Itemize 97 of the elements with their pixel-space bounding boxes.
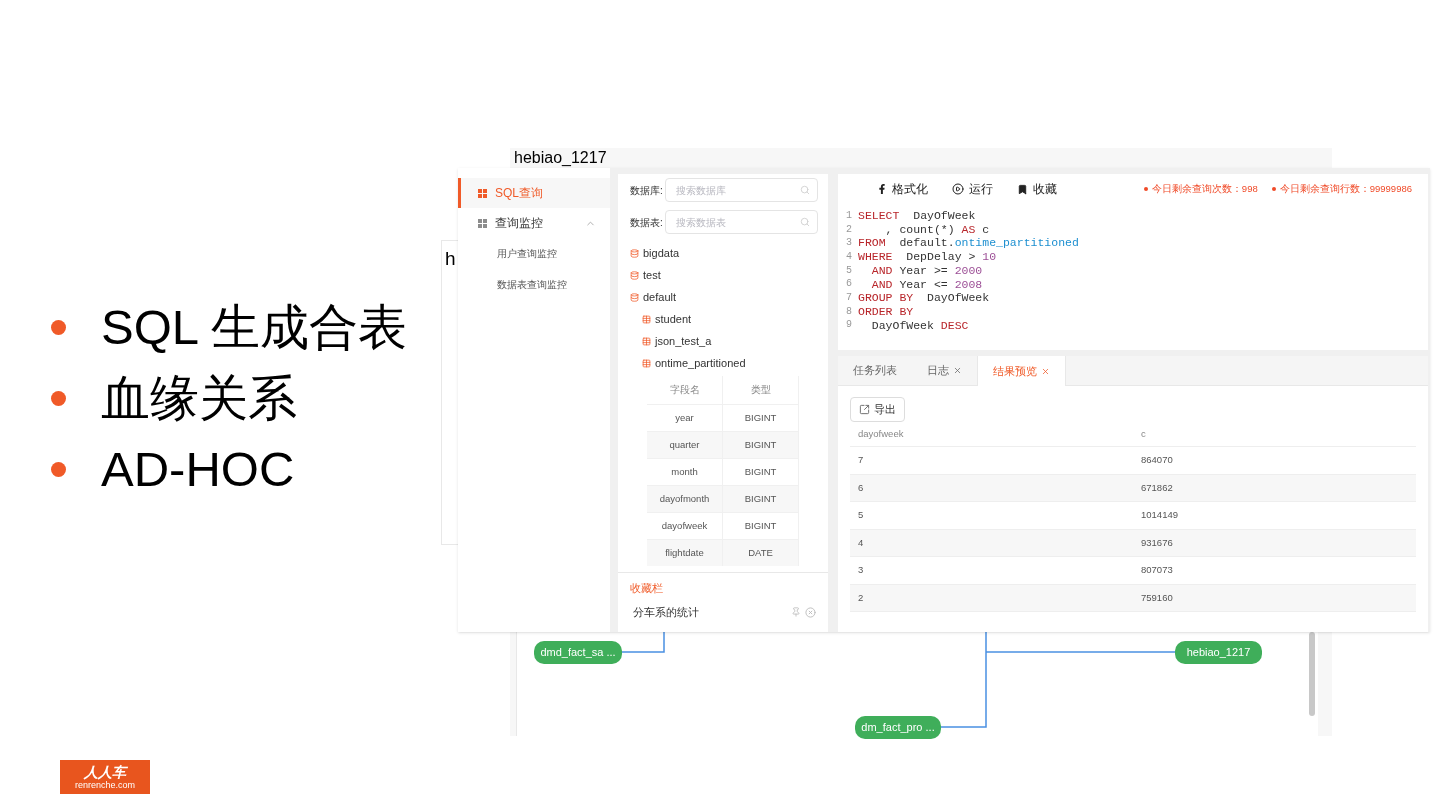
table-cell-text: 7 [857, 453, 865, 468]
line-number: 7 [845, 292, 853, 303]
grid-icon [478, 218, 487, 228]
code-line: DayOfWeek DESC [870, 319, 969, 332]
table-cell: dayofmonth [647, 485, 723, 512]
line-number: 3 [845, 238, 853, 249]
line-number: 5 [845, 265, 853, 276]
table-cell-text: 759160 [1140, 590, 1174, 605]
sidebar-subitem[interactable]: 用户查询监控 [458, 238, 610, 269]
table-cell-text: 3 [857, 563, 865, 578]
logo-domain: renrenche.com [75, 780, 135, 790]
search-field[interactable]: 搜索数据库 [664, 178, 818, 202]
column-header: 字段名 [647, 376, 723, 404]
tree-item[interactable]: bigdata [630, 242, 818, 264]
line-number: 2 [845, 224, 853, 235]
search-field[interactable]: 搜索数据表 [664, 210, 818, 234]
column-header: 类型 [723, 376, 799, 404]
connector-line [621, 632, 665, 653]
search-icon [800, 217, 810, 227]
f-icon [877, 184, 887, 194]
tab[interactable]: 任务列表 [838, 356, 912, 385]
table-cell-text: 864070 [1140, 453, 1174, 468]
tree-item[interactable]: json_test_a [630, 330, 818, 352]
toolbar-button[interactable]: 格式化 [877, 180, 928, 198]
table-cell-text: 4 [857, 535, 865, 550]
line-number: 1 [845, 210, 853, 221]
filter-label: 数据表: [630, 215, 663, 230]
tree-item[interactable]: ontime_partitioned [630, 352, 818, 374]
tree-item[interactable]: test [630, 264, 818, 286]
code-line: WHERE DepDelay > 10 [858, 251, 997, 263]
pin-icon[interactable] [791, 607, 801, 618]
table-cell-text: 2 [857, 590, 865, 605]
table-icon [642, 358, 651, 368]
table-cell: BIGINT [723, 458, 799, 485]
table-cell: BIGINT [723, 404, 799, 431]
database-icon [630, 270, 639, 280]
table-cell: year [647, 404, 723, 431]
table-cell-text: 6 [857, 480, 865, 495]
database-icon [630, 248, 639, 258]
table-cell: flightdate [647, 539, 723, 566]
line-number: 8 [845, 306, 853, 317]
table-icon [642, 336, 651, 346]
table-cell: BIGINT [723, 512, 799, 539]
bullet-text: AD-HOC [101, 445, 295, 494]
close-icon[interactable] [1041, 366, 1050, 376]
database-icon [630, 292, 639, 302]
table-cell: BIGINT [723, 485, 799, 512]
line-number: 9 [845, 320, 853, 331]
lineage-title: hebiao_1217 [514, 150, 607, 166]
favorites-title: 收藏栏 [630, 583, 664, 594]
code-line: , count(*) AS c [884, 223, 990, 236]
bullet-text: SQL 生成合表 [101, 303, 407, 352]
table-cell: dayofweek [647, 512, 723, 539]
code-line: ORDER BY [858, 305, 914, 318]
search-icon [800, 185, 810, 195]
code-line: SELECT DayOfWeek [858, 210, 976, 222]
toolbar-button[interactable]: 运行 [952, 180, 993, 198]
line-number: 6 [845, 279, 853, 290]
table-cell: BIGINT [723, 431, 799, 458]
filter-label: 数据库: [630, 183, 663, 198]
window-title: h [445, 249, 456, 268]
bullet-text: 血缘关系 [101, 374, 297, 423]
sidebar-item[interactable]: 查询监控 [458, 208, 610, 238]
line-number: 4 [845, 251, 853, 262]
favorite-item[interactable]: 分车系的统计 [633, 604, 787, 621]
table-cell-text: 807073 [1140, 563, 1174, 578]
play-icon [952, 183, 964, 195]
code-line: GROUP BY DayOfWeek [858, 292, 990, 304]
column-header: c [1140, 426, 1147, 441]
export-button[interactable]: 导出 [850, 397, 905, 422]
quota-text: 今日剩余查询次数：998 [1151, 181, 1258, 196]
tree-item[interactable]: student [630, 308, 818, 330]
table-cell: month [647, 458, 723, 485]
column-header: dayofweek [857, 426, 905, 441]
table-cell-text: 931676 [1140, 535, 1174, 550]
code-editor[interactable]: 1 SELECT DayOfWeek 2 , count(*) AS c 3 FROM default.ontime_partitioned 4 WHERE DepDelay > 10 5 AND Year >= 2000 6 AND Year <= 2008 7 GROUP BY DayOfWeek 8 ORDER BY 9 DayOfWeek DESC [838, 204, 1428, 350]
toolbar-button[interactable]: 收藏 [1017, 180, 1057, 198]
close-icon[interactable] [805, 606, 816, 618]
table-cell-text: 1014149 [1140, 508, 1179, 523]
logo-text: 人人车 [84, 764, 126, 779]
quota-text: 今日剩余查询行数：99999986 [1279, 181, 1412, 196]
close-icon[interactable] [953, 366, 962, 375]
export-icon [859, 404, 870, 415]
sidebar-subitem[interactable]: 数据表查询监控 [458, 269, 610, 300]
tab[interactable]: 结果预览 [977, 356, 1066, 386]
table-icon [642, 314, 651, 324]
table-cell: quarter [647, 431, 723, 458]
table-cell-text: 5 [857, 508, 865, 523]
grid-icon [478, 188, 487, 198]
table-cell-text: 671862 [1140, 480, 1174, 495]
tab[interactable]: 日志 [912, 356, 977, 385]
code-line: AND Year <= 2008 [870, 278, 983, 291]
code-line: FROM default.ontime_partitioned [858, 237, 1079, 249]
tree-item[interactable]: default [630, 286, 818, 308]
bookmark-icon [1017, 183, 1028, 195]
table-cell: DATE [723, 539, 799, 566]
code-line: AND Year >= 2000 [870, 264, 983, 277]
